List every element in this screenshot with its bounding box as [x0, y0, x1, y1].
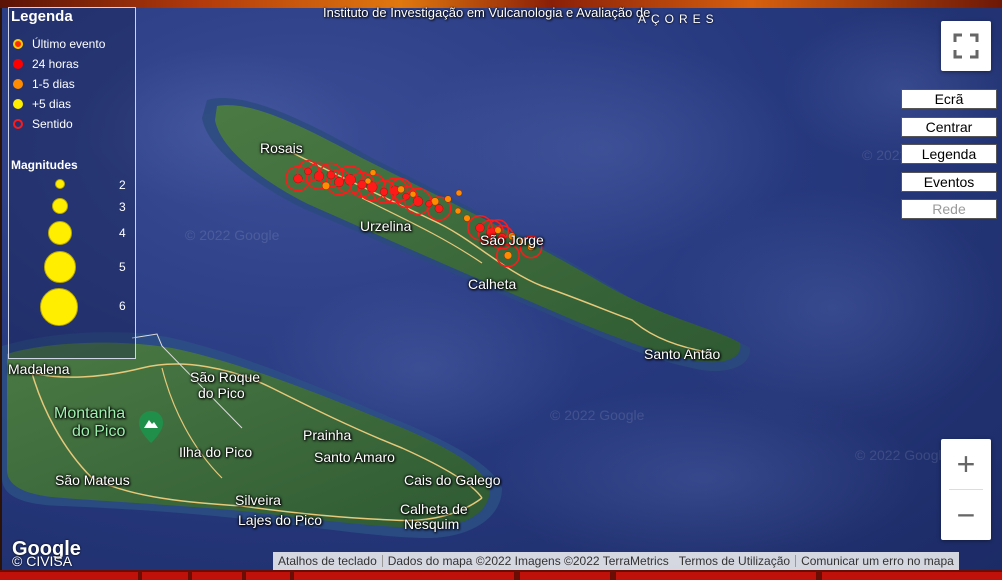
- earthquake-event[interactable]: [321, 181, 331, 190]
- place-label-urzelina: Urzelina: [360, 218, 412, 234]
- map-watermark: © 2022 Google: [185, 227, 280, 243]
- magnitude-row: 4: [9, 220, 135, 246]
- mountain-pin-icon[interactable]: [139, 411, 163, 443]
- place-label-sao-roque-do-pico: do Pico: [198, 385, 245, 401]
- legend-panel: Legenda Último evento 24 horas 1-5 dias …: [8, 7, 136, 359]
- magnitude-value: 3: [119, 200, 126, 214]
- magnitude-value: 6: [119, 299, 126, 313]
- keyboard-shortcuts-link[interactable]: Atalhos de teclado: [273, 554, 382, 568]
- map-frame: © 2022 Google © 2022 Google © 2022 Googl…: [0, 0, 1002, 580]
- lava-banner-bottom: [0, 570, 1002, 580]
- felt-ring-icon: [13, 119, 23, 129]
- place-label-sao-jorge: São Jorge: [480, 232, 544, 248]
- place-label-calheta-de: Calheta de: [400, 501, 468, 517]
- fullscreen-button[interactable]: [941, 21, 991, 71]
- earthquake-event[interactable]: [379, 187, 389, 196]
- map-watermark: © 2022 Google: [550, 407, 645, 423]
- map-data-text: Dados do mapa ©2022 Imagens ©2022 TerraM…: [387, 554, 669, 568]
- legend-item-label: +5 dias: [32, 97, 72, 111]
- events-button[interactable]: Eventos: [901, 172, 997, 192]
- magnitude-circle-icon: [44, 251, 76, 283]
- place-label-cais-do-galego: Cais do Galego: [404, 472, 501, 488]
- legend-item-label: Sentido: [32, 117, 73, 131]
- place-label-sao-mateus: São Mateus: [55, 472, 130, 488]
- earthquake-event[interactable]: [454, 207, 462, 215]
- legend-item-felt: Sentido: [13, 115, 73, 133]
- page-title: Instituto de Investigação em Vulcanologi…: [323, 5, 651, 20]
- place-label-calheta: Calheta: [468, 276, 517, 292]
- place-label-rosais: Rosais: [260, 140, 303, 156]
- legend-item-1-5-days: 1-5 dias: [13, 75, 75, 93]
- earthquake-event[interactable]: [412, 196, 424, 207]
- zoom-in-button[interactable]: +: [941, 439, 991, 489]
- civisa-copyright: © CIVISA: [12, 553, 73, 569]
- legend-button[interactable]: Legenda: [901, 144, 997, 164]
- 24h-dot-icon: [13, 59, 23, 69]
- earthquake-event[interactable]: [326, 170, 336, 180]
- earthquake-event[interactable]: [444, 195, 452, 203]
- magnitudes-title: Magnitudes: [11, 158, 78, 172]
- magnitude-row: 3: [9, 196, 135, 218]
- magnitude-circle-icon: [40, 288, 78, 326]
- magnitude-row: 2: [9, 176, 135, 196]
- old-dot-icon: [13, 99, 23, 109]
- earthquake-event[interactable]: [304, 167, 312, 176]
- place-label-montanha-do-pico: do Pico: [72, 423, 126, 440]
- magnitude-circle-icon: [52, 198, 68, 214]
- legend-item-label: Último evento: [32, 37, 106, 51]
- zoom-out-button[interactable]: −: [941, 490, 991, 540]
- legend-item-5plus-days: +5 dias: [13, 95, 71, 113]
- earthquake-event[interactable]: [369, 169, 377, 176]
- legend-item-last-event: Último evento: [13, 35, 105, 53]
- map-watermark: © 2022 Google: [855, 447, 950, 463]
- legend-item-24h: 24 horas: [13, 55, 79, 73]
- legend-title: Legenda: [11, 8, 73, 25]
- earthquake-event[interactable]: [434, 204, 444, 213]
- last-event-dot-icon: [13, 39, 23, 49]
- network-button[interactable]: Rede: [901, 199, 997, 219]
- magnitude-value: 5: [119, 260, 126, 274]
- magnitude-circle-icon: [55, 179, 65, 189]
- map-view[interactable]: © 2022 Google © 2022 Google © 2022 Googl…: [2, 8, 1002, 570]
- fullscreen-icon: [953, 33, 979, 59]
- place-label-lajes-do-pico: Lajes do Pico: [238, 512, 323, 528]
- earthquake-event[interactable]: [425, 200, 433, 208]
- earthquake-event[interactable]: [475, 223, 485, 233]
- report-error-link[interactable]: Comunicar um erro no mapa: [796, 554, 959, 568]
- center-button[interactable]: Centrar: [901, 117, 997, 137]
- place-label-nesquim: Nesquim: [404, 516, 460, 532]
- place-label-santo-amaro: Santo Amaro: [314, 449, 395, 465]
- magnitude-row: 6: [9, 288, 135, 326]
- place-label-madalena: Madalena: [8, 361, 70, 377]
- earthquake-event[interactable]: [455, 189, 463, 197]
- magnitude-circle-icon: [48, 221, 72, 245]
- map-attribution: Atalhos de teclado Dados do mapa ©2022 I…: [273, 552, 959, 570]
- place-label-prainha: Prainha: [303, 427, 352, 443]
- place-label-santo-antao: Santo Antão: [644, 346, 721, 362]
- zoom-control: + −: [941, 439, 991, 540]
- place-label-montanha: Montanha: [54, 405, 126, 422]
- magnitude-row: 5: [9, 250, 135, 283]
- place-label-ilha-do-pico: Ilha do Pico: [179, 444, 253, 460]
- place-label-silveira: Silveira: [235, 492, 281, 508]
- earthquake-event[interactable]: [364, 177, 372, 185]
- region-label: AÇORES: [638, 12, 719, 26]
- place-label-sao-roque: São Roque: [190, 369, 261, 385]
- legend-item-label: 1-5 dias: [32, 77, 75, 91]
- screen-button[interactable]: Ecrã: [901, 89, 997, 109]
- terms-link[interactable]: Termos de Utilização: [674, 554, 795, 568]
- earthquake-event[interactable]: [463, 214, 471, 222]
- magnitude-value: 2: [119, 178, 126, 192]
- magnitude-value: 4: [119, 226, 126, 240]
- earthquake-event[interactable]: [503, 251, 513, 260]
- legend-item-label: 24 horas: [32, 57, 79, 71]
- earthquake-event[interactable]: [397, 185, 405, 194]
- earthquake-event[interactable]: [409, 190, 417, 198]
- days-dot-icon: [13, 79, 23, 89]
